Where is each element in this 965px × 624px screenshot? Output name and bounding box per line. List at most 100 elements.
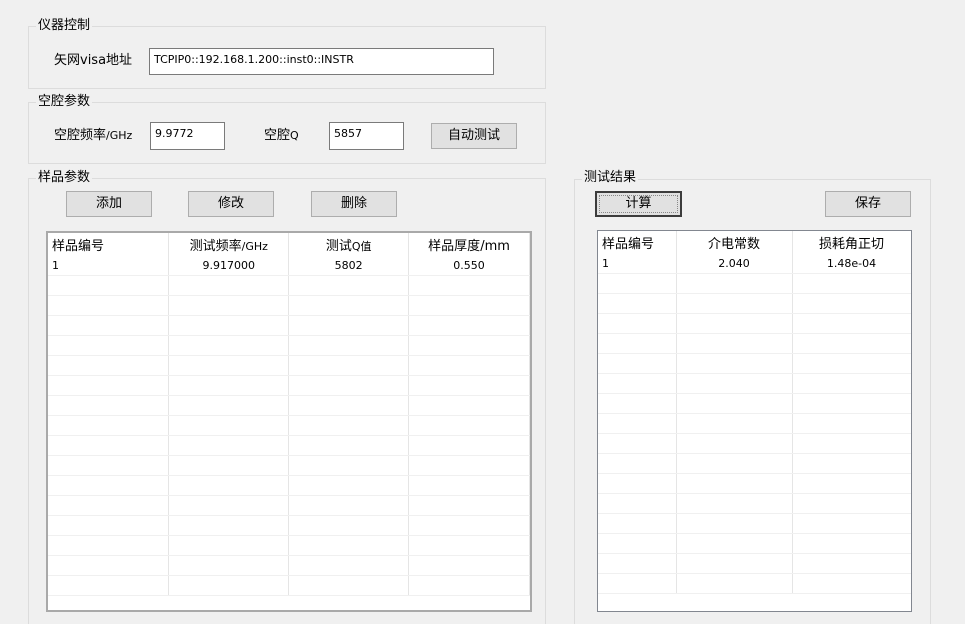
empty-cell (48, 435, 170, 456)
modify-sample-button[interactable]: 修改 (188, 191, 274, 217)
results-table-header: 样品编号 介电常数 损耗角正切 (598, 231, 911, 254)
empty-cell (48, 335, 170, 356)
empty-cell (792, 333, 911, 354)
sample-col-header[interactable]: 测试Q值 (288, 233, 410, 256)
empty-cell (48, 495, 170, 516)
auto-test-button[interactable]: 自动测试 (431, 123, 517, 149)
empty-cell (792, 413, 911, 434)
empty-table-row (598, 333, 911, 354)
empty-cell (288, 315, 410, 336)
sample-table[interactable]: 样品编号 测试频率/GHz 测试Q值 样品厚度/mm 1 9.917000 58… (46, 231, 532, 612)
empty-cell (408, 315, 530, 336)
empty-cell (598, 333, 677, 354)
sample-col-header[interactable]: 样品编号 (48, 233, 170, 256)
empty-cell (598, 573, 677, 594)
calculate-button[interactable]: 计算 (595, 191, 682, 217)
empty-table-row (48, 535, 530, 556)
sample-cell-freq: 9.917000 (168, 256, 290, 276)
empty-cell (48, 555, 170, 576)
empty-table-row (48, 275, 530, 296)
sample-table-grid: 样品编号 测试频率/GHz 测试Q值 样品厚度/mm 1 9.917000 58… (48, 233, 530, 596)
empty-cell (598, 453, 677, 474)
results-col-header[interactable]: 样品编号 (598, 231, 677, 254)
empty-cell (288, 375, 410, 396)
empty-cell (48, 575, 170, 596)
empty-cell (168, 315, 290, 336)
empty-cell (598, 533, 677, 554)
empty-cell (288, 575, 410, 596)
sample-col-header[interactable]: 测试频率/GHz (168, 233, 290, 256)
empty-cell (168, 455, 290, 476)
empty-table-row (48, 395, 530, 416)
empty-cell (168, 555, 290, 576)
empty-cell (288, 395, 410, 416)
empty-cell (288, 515, 410, 536)
empty-cell (792, 473, 911, 494)
cavity-q-field[interactable]: 5857 (329, 122, 404, 150)
sample-col-header-text: 测试 (325, 239, 352, 254)
empty-table-row (48, 375, 530, 396)
empty-cell (598, 433, 677, 454)
empty-table-row (48, 415, 530, 436)
sample-col-header-text: 样品编号 (52, 239, 105, 254)
table-row[interactable]: 1 9.917000 5802 0.550 (48, 256, 530, 276)
empty-cell (168, 415, 290, 436)
empty-cell (676, 493, 793, 514)
empty-cell (792, 293, 911, 314)
visa-address-field[interactable]: TCPIP0::192.168.1.200::inst0::INSTR (149, 48, 494, 75)
empty-cell (676, 353, 793, 374)
empty-table-row (48, 575, 530, 596)
cavity-params-title: 空腔参数 (36, 94, 93, 110)
empty-cell (676, 273, 793, 294)
empty-cell (168, 355, 290, 376)
empty-cell (598, 373, 677, 394)
empty-cell (676, 513, 793, 534)
empty-cell (48, 535, 170, 556)
empty-cell (792, 433, 911, 454)
empty-table-row (598, 293, 911, 314)
empty-table-row (48, 475, 530, 496)
cavity-freq-label: 空腔频率/GHz (54, 128, 132, 144)
empty-table-row (598, 533, 911, 554)
results-col-header[interactable]: 损耗角正切 (792, 231, 911, 254)
empty-cell (48, 375, 170, 396)
delete-sample-button[interactable]: 删除 (311, 191, 397, 217)
add-sample-button[interactable]: 添加 (66, 191, 152, 217)
empty-cell (676, 533, 793, 554)
empty-cell (792, 533, 911, 554)
empty-cell (288, 555, 410, 576)
empty-cell (598, 393, 677, 414)
empty-cell (288, 275, 410, 296)
empty-cell (676, 313, 793, 334)
empty-cell (676, 453, 793, 474)
empty-cell (408, 335, 530, 356)
save-button[interactable]: 保存 (825, 191, 911, 217)
empty-cell (408, 495, 530, 516)
cavity-freq-field[interactable]: 9.9772 (150, 122, 225, 150)
empty-cell (168, 495, 290, 516)
empty-table-row (598, 453, 911, 474)
visa-address-label: 矢网visa地址 (54, 53, 133, 68)
empty-cell (792, 513, 911, 534)
empty-cell (168, 535, 290, 556)
cavity-q-unit: Q (290, 129, 299, 142)
empty-cell (676, 573, 793, 594)
cavity-freq-label-text: 空腔频率 (54, 128, 107, 143)
empty-cell (792, 493, 911, 514)
empty-table-row (598, 553, 911, 574)
empty-cell (676, 373, 793, 394)
sample-col-header[interactable]: 样品厚度/mm (408, 233, 530, 256)
empty-cell (408, 515, 530, 536)
sample-col-header-text: 测试频率 (189, 239, 242, 254)
sample-table-header: 样品编号 测试频率/GHz 测试Q值 样品厚度/mm (48, 233, 530, 256)
table-row[interactable]: 1 2.040 1.48e-04 (598, 254, 911, 274)
empty-cell (676, 333, 793, 354)
empty-table-row (48, 555, 530, 576)
empty-cell (408, 355, 530, 376)
results-col-header[interactable]: 介电常数 (676, 231, 793, 254)
empty-table-row (48, 495, 530, 516)
sample-cell-id: 1 (48, 256, 170, 276)
empty-table-row (48, 315, 530, 336)
results-table[interactable]: 样品编号 介电常数 损耗角正切 1 2.040 1.48e-04 (597, 230, 912, 612)
empty-cell (792, 393, 911, 414)
